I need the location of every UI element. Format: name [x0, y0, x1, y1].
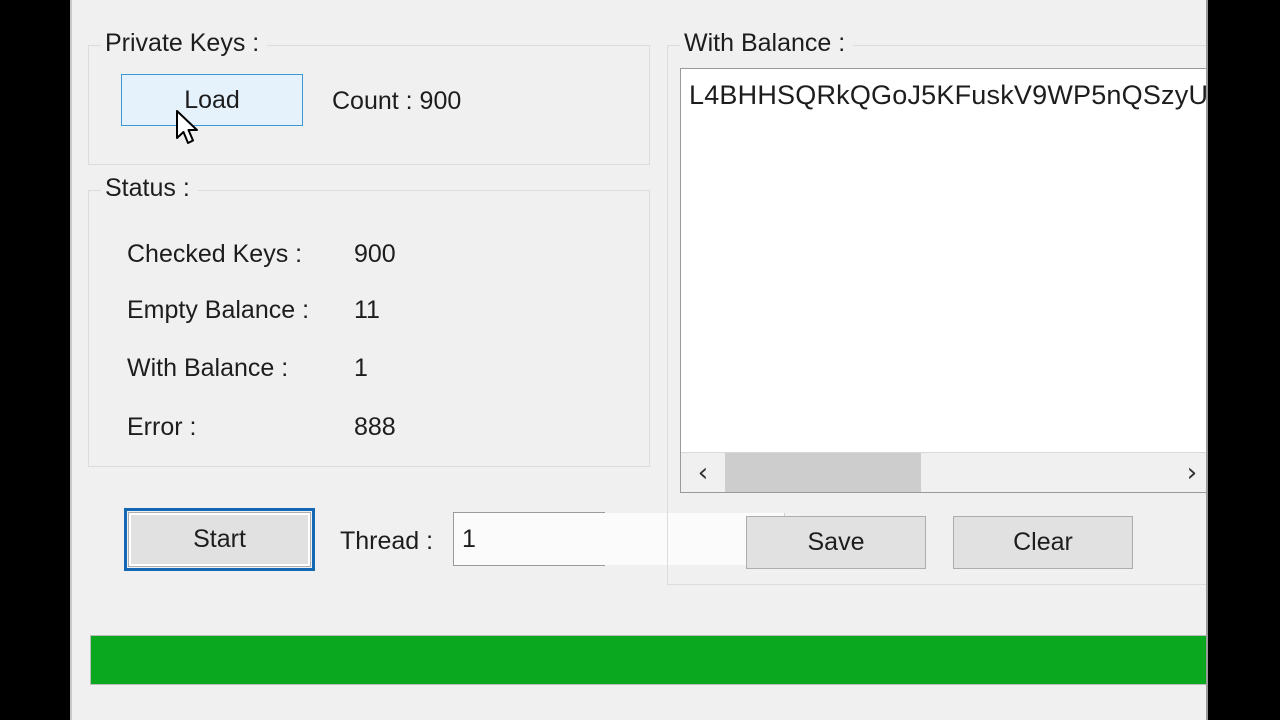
results-textbox[interactable]: L4BHHSQRkQGoJ5KFuskV9WP5nQSzyU ‹ ›: [680, 68, 1208, 493]
horizontal-scrollbar[interactable]: ‹ ›: [681, 452, 1206, 492]
scroll-left-chevron-icon[interactable]: ‹: [681, 453, 725, 492]
thread-spinner[interactable]: [453, 512, 799, 566]
scrollbar-thumb[interactable]: [725, 453, 921, 492]
private-keys-groupbox: Private Keys : Load Count : 900: [88, 28, 650, 165]
empty-balance-value: 11: [354, 296, 380, 324]
error-value: 888: [354, 413, 396, 441]
with-balance-count-value: 1: [354, 354, 368, 382]
clear-button[interactable]: Clear: [953, 516, 1133, 569]
empty-balance-label: Empty Balance :: [127, 296, 310, 324]
with-balance-groupbox: With Balance : L4BHHSQRkQGoJ5KFuskV9WP5n…: [667, 28, 1208, 585]
checked-keys-label: Checked Keys :: [127, 240, 303, 268]
load-button[interactable]: Load: [121, 74, 303, 126]
status-caption: Status :: [101, 173, 198, 203]
scrollbar-track[interactable]: [725, 453, 1170, 492]
progress-bar: [90, 635, 1206, 685]
save-button[interactable]: Save: [746, 516, 926, 569]
thread-label: Thread :: [340, 527, 434, 555]
with-balance-count-label: With Balance :: [127, 354, 289, 382]
progress-bar-fill: [91, 636, 1206, 684]
start-button[interactable]: Start: [124, 508, 315, 571]
status-groupbox: Status : Checked Keys : 900 Empty Balanc…: [88, 173, 650, 467]
error-label: Error :: [127, 413, 197, 441]
private-keys-count-label: Count : 900: [332, 87, 462, 115]
results-key-text: L4BHHSQRkQGoJ5KFuskV9WP5nQSzyU: [689, 80, 1208, 110]
checked-keys-value: 900: [354, 240, 396, 268]
with-balance-caption: With Balance :: [680, 28, 854, 58]
scroll-right-chevron-icon[interactable]: ›: [1170, 453, 1206, 492]
private-keys-caption: Private Keys :: [101, 28, 268, 58]
application-window: Private Keys : Load Count : 900 Status :…: [70, 0, 1208, 720]
screen-root: Private Keys : Load Count : 900 Status :…: [0, 0, 1280, 720]
